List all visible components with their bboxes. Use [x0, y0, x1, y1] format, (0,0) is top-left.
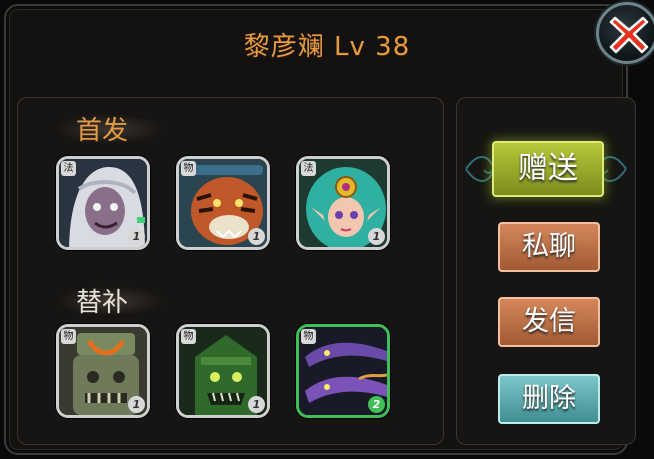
- player-title: 黎彦斓 Lv 38: [243, 32, 411, 62]
- card-type-tag: 物: [181, 329, 196, 344]
- close-button[interactable]: [596, 2, 654, 64]
- substitute-card-3[interactable]: 物 2: [296, 324, 390, 418]
- card-count-badge: 1: [248, 228, 265, 245]
- card-count-badge: 1: [128, 396, 145, 413]
- send-mail-button[interactable]: 发信: [498, 297, 600, 347]
- starter-card-1[interactable]: 法 1: [56, 156, 150, 250]
- substitute-card-1[interactable]: 物 1: [56, 324, 150, 418]
- card-count-badge: 1: [248, 396, 265, 413]
- card-type-tag: 物: [61, 329, 76, 344]
- substitute-section-label: 替补: [76, 288, 129, 318]
- card-type-tag: 法: [61, 161, 76, 176]
- card-count-badge: 1: [128, 228, 145, 245]
- substitute-card-2[interactable]: 物 1: [176, 324, 270, 418]
- private-chat-button[interactable]: 私聊: [498, 222, 600, 272]
- card-type-tag: 物: [181, 161, 196, 176]
- delete-button[interactable]: 删除: [498, 374, 600, 424]
- card-type-tag: 法: [301, 161, 316, 176]
- card-count-badge: 1: [368, 228, 385, 245]
- gift-button[interactable]: 赠送: [492, 141, 604, 197]
- close-x-icon: [609, 16, 649, 54]
- starter-card-2[interactable]: 物 1: [176, 156, 270, 250]
- starter-section-label: 首发: [76, 116, 129, 146]
- card-count-badge: 2: [368, 396, 385, 413]
- card-type-tag: 物: [301, 329, 316, 344]
- starter-card-3[interactable]: 法 1: [296, 156, 390, 250]
